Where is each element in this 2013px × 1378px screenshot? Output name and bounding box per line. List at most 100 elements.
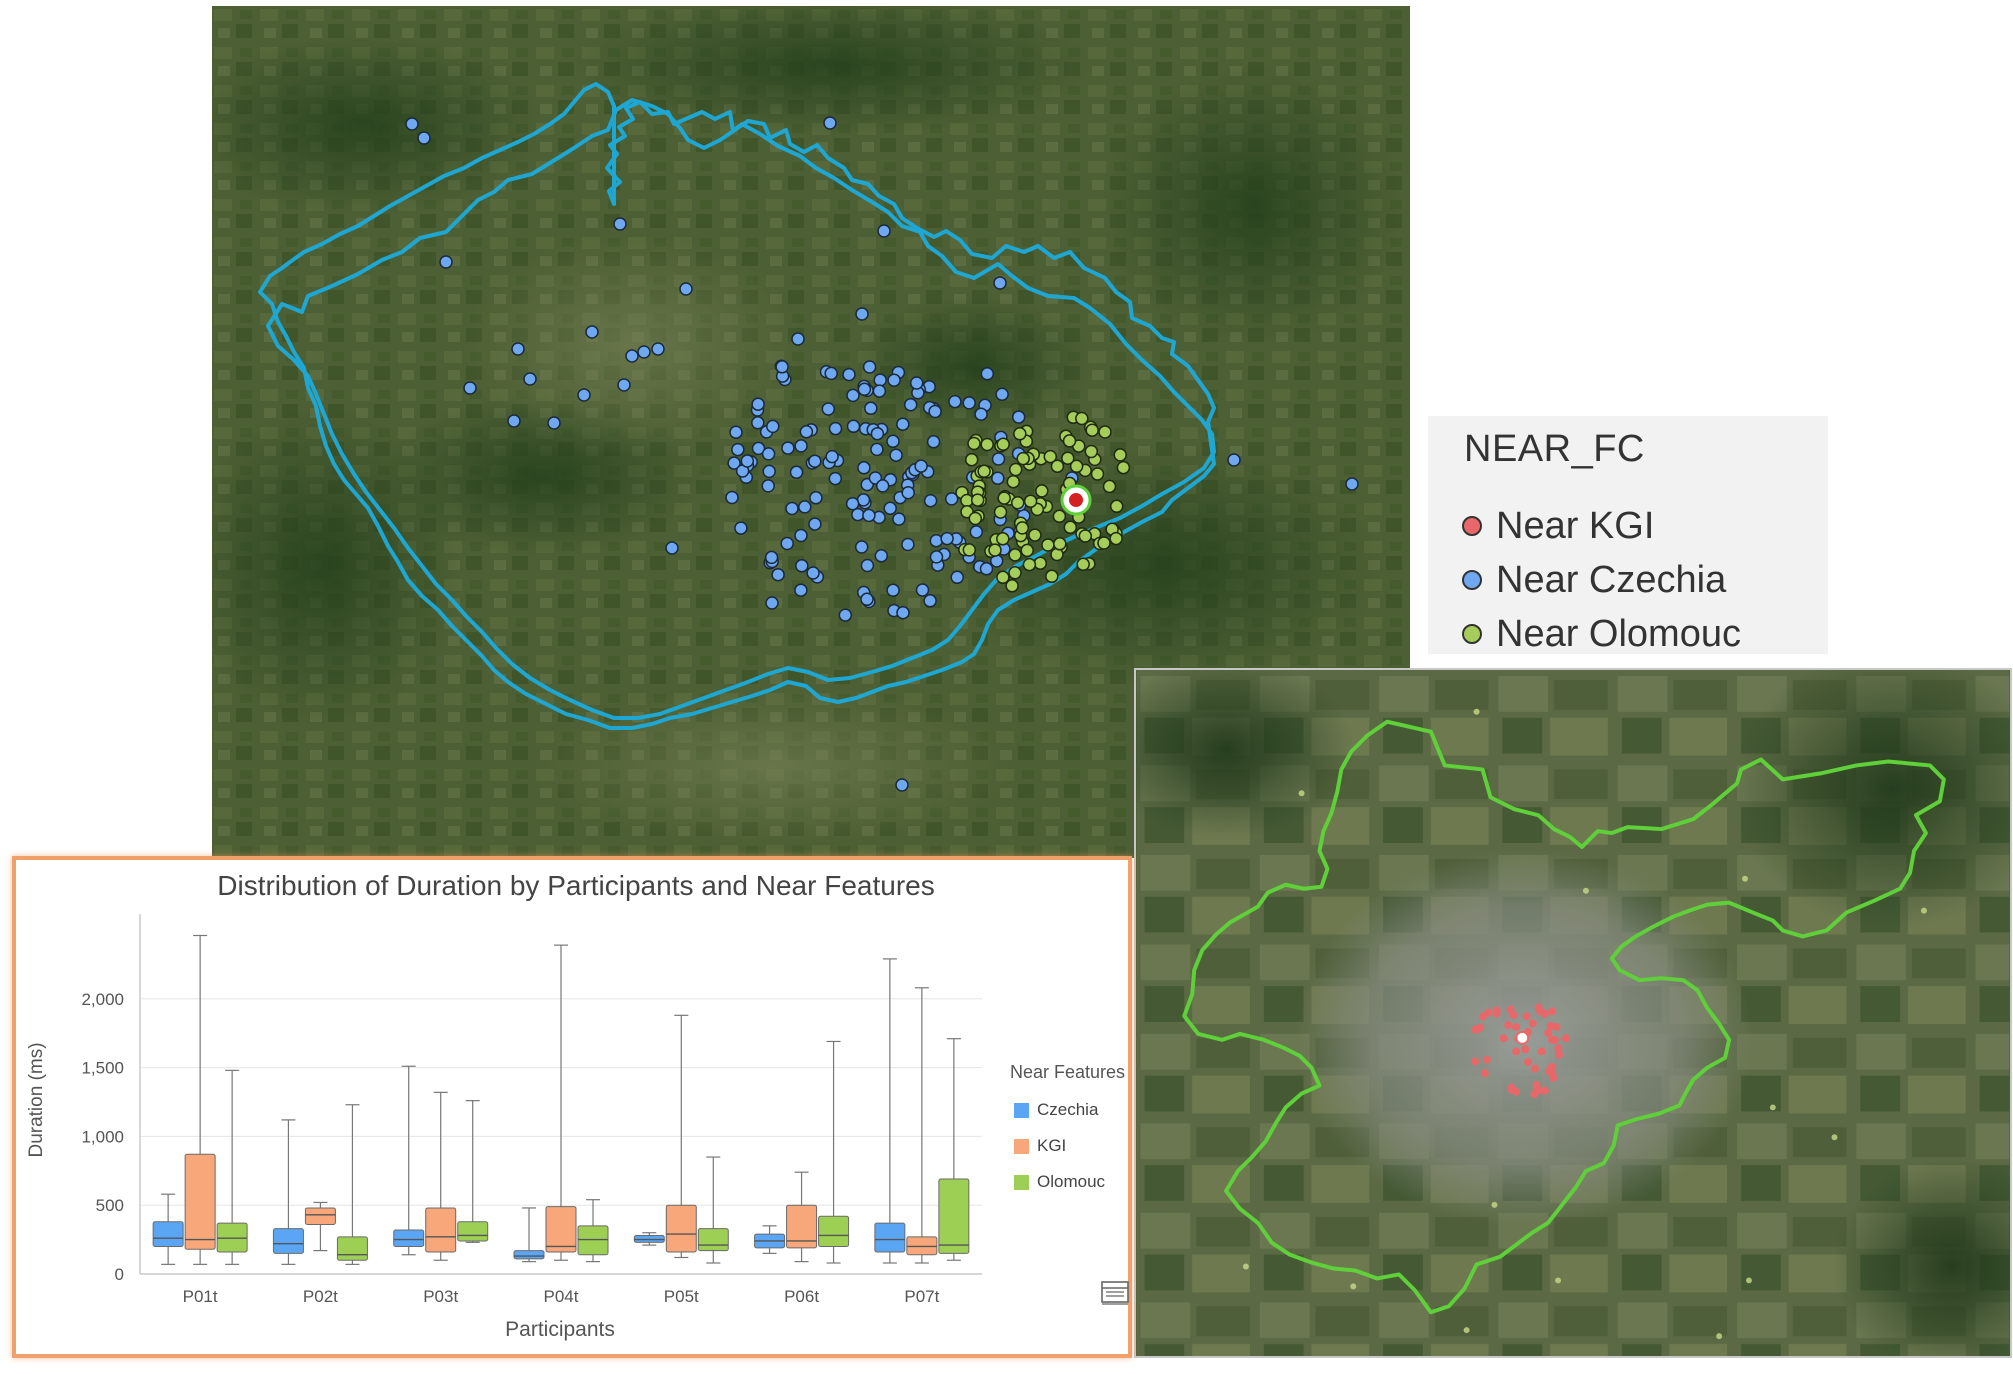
- box-body[interactable]: [304, 1207, 336, 1225]
- point-near-olomouc[interactable]: [1020, 543, 1034, 558]
- point-near-czechia[interactable]: [915, 583, 930, 597]
- box-czechia-p07t[interactable]: [874, 958, 906, 1264]
- point-near-czechia[interactable]: [860, 558, 875, 573]
- point-near-czechia[interactable]: [870, 442, 884, 457]
- point-near-czechia[interactable]: [974, 407, 988, 421]
- point-near-czechia[interactable]: [940, 531, 954, 546]
- point-near-czechia[interactable]: [895, 778, 909, 792]
- point-near-czechia[interactable]: [613, 217, 627, 231]
- point-near-czechia[interactable]: [870, 426, 885, 441]
- point-near-kgi[interactable]: [1536, 1007, 1545, 1016]
- point-near-czechia[interactable]: [794, 439, 808, 453]
- point-near-olomouc[interactable]: [1090, 467, 1105, 481]
- point-near-kgi[interactable]: [1482, 1055, 1491, 1064]
- box-body[interactable]: [938, 1178, 970, 1254]
- point-near-czechia[interactable]: [794, 528, 808, 543]
- point-near-czechia[interactable]: [417, 131, 431, 145]
- point-near-czechia[interactable]: [929, 533, 944, 548]
- olomouc-inset-map[interactable]: [1134, 668, 2012, 1358]
- point-near-olomouc[interactable]: [1023, 494, 1038, 508]
- point-near-olomouc[interactable]: [1005, 579, 1019, 593]
- point-near-czechia[interactable]: [914, 459, 928, 473]
- point-near-czechia[interactable]: [846, 388, 860, 403]
- point-near-czechia[interactable]: [799, 425, 814, 439]
- point-near-kgi[interactable]: [1499, 1034, 1508, 1043]
- point-near-czechia[interactable]: [838, 608, 853, 622]
- point-near-czechia[interactable]: [928, 404, 942, 419]
- point-near-olomouc[interactable]: [968, 511, 983, 526]
- point-near-olomouc[interactable]: [1015, 521, 1030, 535]
- point-near-czechia[interactable]: [875, 479, 890, 493]
- point-near-czechia[interactable]: [901, 485, 915, 500]
- point-near-olomouc[interactable]: [1113, 448, 1127, 462]
- chart-legend-item-kgi[interactable]: KGI: [1014, 1136, 1066, 1156]
- point-near-olomouc[interactable]: [993, 505, 1008, 519]
- point-near-olomouc[interactable]: [1028, 528, 1042, 542]
- point-near-olomouc[interactable]: [1053, 537, 1067, 551]
- point-near-olomouc[interactable]: [996, 532, 1010, 546]
- point-near-olomouc[interactable]: [1045, 569, 1059, 584]
- chart-legend-item-czechia[interactable]: Czechia: [1014, 1100, 1098, 1120]
- point-near-olomouc[interactable]: [1062, 434, 1077, 448]
- point-near-czechia[interactable]: [808, 454, 822, 468]
- point-near-czechia[interactable]: [637, 345, 651, 359]
- point-near-olomouc[interactable]: [964, 452, 979, 467]
- point-near-czechia[interactable]: [764, 550, 779, 565]
- point-near-kgi[interactable]: [1512, 1023, 1521, 1032]
- point-near-czechia[interactable]: [794, 583, 808, 597]
- boxplot-chart[interactable]: 0 500 1,000 1,500 2,000 P01t P02t P03t P04t P05t P…: [16, 860, 1128, 1354]
- point-near-olomouc[interactable]: [1010, 496, 1025, 510]
- box-olomouc-p07t[interactable]: [938, 1038, 970, 1261]
- point-near-czechia[interactable]: [923, 493, 938, 508]
- point-near-czechia[interactable]: [617, 378, 631, 392]
- point-near-czechia[interactable]: [823, 116, 837, 130]
- point-near-czechia[interactable]: [751, 416, 765, 430]
- point-near-kgi[interactable]: [1530, 1064, 1539, 1073]
- box-body[interactable]: [697, 1228, 729, 1252]
- box-olomouc-p04t[interactable]: [577, 1199, 609, 1263]
- box-body[interactable]: [336, 1236, 368, 1261]
- point-near-czechia[interactable]: [851, 507, 865, 522]
- point-near-olomouc[interactable]: [1041, 538, 1055, 552]
- point-near-czechia[interactable]: [809, 491, 823, 505]
- point-near-olomouc[interactable]: [962, 543, 977, 557]
- point-near-olomouc[interactable]: [1076, 557, 1090, 572]
- point-near-olomouc[interactable]: [1116, 460, 1131, 475]
- point-near-czechia[interactable]: [523, 372, 537, 386]
- point-near-czechia[interactable]: [766, 419, 780, 434]
- point-near-olomouc[interactable]: [997, 491, 1011, 505]
- point-near-czechia[interactable]: [651, 342, 665, 356]
- point-near-kgi[interactable]: [1540, 1086, 1549, 1095]
- box-body[interactable]: [425, 1207, 457, 1253]
- point-near-czechia[interactable]: [761, 447, 776, 461]
- point-near-czechia[interactable]: [507, 414, 521, 428]
- point-near-czechia[interactable]: [725, 490, 739, 505]
- box-body[interactable]: [545, 1206, 577, 1253]
- point-near-czechia[interactable]: [979, 562, 994, 576]
- chart-legend-item-olomouc[interactable]: Olomouc: [1014, 1172, 1105, 1192]
- point-near-kgi[interactable]: [1523, 1057, 1532, 1066]
- point-near-czechia[interactable]: [855, 307, 869, 321]
- box-body[interactable]: [665, 1204, 697, 1253]
- point-near-czechia[interactable]: [1227, 453, 1241, 467]
- point-near-czechia[interactable]: [789, 465, 804, 480]
- box-body[interactable]: [152, 1221, 184, 1247]
- box-kgi-p03t[interactable]: [425, 1091, 457, 1261]
- point-near-kgi[interactable]: [1521, 1045, 1530, 1054]
- point-near-olomouc[interactable]: [1084, 444, 1099, 459]
- point-near-czechia[interactable]: [864, 401, 878, 416]
- box-olomouc-p06t[interactable]: [818, 1040, 850, 1264]
- point-near-czechia[interactable]: [1011, 410, 1026, 424]
- point-near-olomouc[interactable]: [977, 464, 991, 479]
- point-near-kgi[interactable]: [1522, 1012, 1531, 1021]
- point-near-olomouc[interactable]: [1069, 459, 1084, 474]
- point-near-czechia[interactable]: [948, 394, 962, 409]
- point-near-kgi[interactable]: [1060, 484, 1092, 516]
- point-near-czechia[interactable]: [887, 373, 901, 387]
- point-near-kgi[interactable]: [1509, 1011, 1518, 1020]
- point-near-czechia[interactable]: [883, 501, 897, 516]
- box-olomouc-p01t[interactable]: [216, 1069, 248, 1265]
- point-near-olomouc[interactable]: [988, 543, 1002, 557]
- point-near-czechia[interactable]: [821, 402, 836, 416]
- box-body[interactable]: [818, 1215, 850, 1247]
